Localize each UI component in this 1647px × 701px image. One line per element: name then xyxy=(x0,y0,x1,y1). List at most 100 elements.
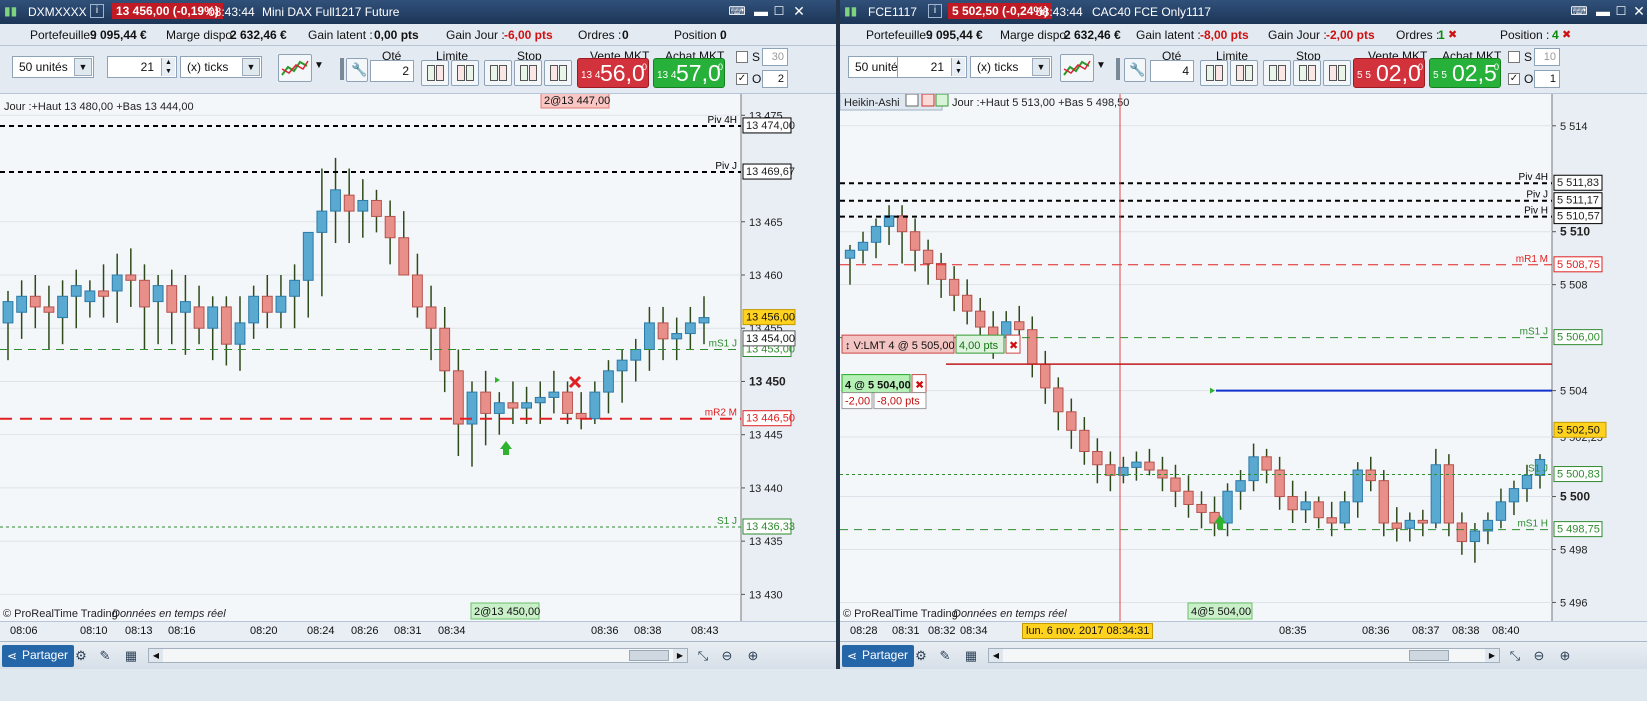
candle-body[interactable] xyxy=(534,396,546,404)
keyboard-icon[interactable]: ⌨ xyxy=(728,2,746,20)
instrument-name[interactable]: FCE1117 xyxy=(868,5,917,19)
o-value-input[interactable]: 2 xyxy=(762,70,788,88)
notes-icon[interactable]: ✎ xyxy=(936,647,954,665)
zoom-in-icon[interactable]: ⊕ xyxy=(744,647,762,665)
candle-body[interactable] xyxy=(1144,461,1155,471)
buy-limit-button[interactable] xyxy=(421,60,449,86)
sell-limit-button[interactable] xyxy=(1230,60,1258,86)
info-icon[interactable]: i xyxy=(928,4,942,18)
candle-body[interactable] xyxy=(870,225,882,243)
candle-body[interactable] xyxy=(948,278,960,296)
chart-indicator-button[interactable] xyxy=(1060,54,1094,82)
units-select[interactable]: 50 unités ▼ xyxy=(12,56,94,78)
candle-body[interactable] xyxy=(111,274,123,292)
sell-stop-button[interactable] xyxy=(544,60,572,86)
scroll-right-icon[interactable]: ▶ xyxy=(673,649,687,662)
candle-body[interactable] xyxy=(1469,530,1481,543)
position-count[interactable]: 4 xyxy=(1552,28,1559,42)
candle-body[interactable] xyxy=(1443,464,1455,524)
o-checkbox[interactable]: ✓ xyxy=(736,73,748,85)
candle-body[interactable] xyxy=(398,237,410,276)
scroll-right-icon[interactable]: ▶ xyxy=(1485,649,1499,662)
candle-body[interactable] xyxy=(220,306,232,345)
ticks-spinner[interactable]: 21 ▲ ▼ xyxy=(107,56,177,78)
buy-market-button[interactable]: 13 4 57,0 0 xyxy=(653,58,725,88)
maximize-icon[interactable]: ☐ xyxy=(770,2,788,20)
candle-body[interactable] xyxy=(1105,464,1116,476)
candle-body[interactable] xyxy=(1261,456,1272,471)
candle-body[interactable] xyxy=(29,295,41,308)
right-price-chart[interactable]: 5 514 5 510 5 508 5 504 5 502,25 5 500 5 498 5 … xyxy=(840,94,1647,621)
candle-body[interactable] xyxy=(289,279,301,297)
orders-count[interactable]: 0 xyxy=(622,28,629,42)
grid-icon[interactable]: ▦ xyxy=(122,647,140,665)
chevron-down-icon[interactable]: ▼ xyxy=(1096,60,1106,71)
sell-market-button[interactable]: 13 4 56,0 0 xyxy=(577,58,649,88)
candle-body[interactable] xyxy=(302,231,314,281)
candle-body[interactable] xyxy=(616,359,628,372)
candle-body[interactable] xyxy=(657,322,669,340)
candle-body[interactable] xyxy=(1183,490,1194,505)
tools-icon[interactable]: ⚙ xyxy=(912,647,930,665)
spinner-arrows-icon[interactable]: ▲ ▼ xyxy=(951,58,965,76)
settings-button[interactable]: 🔧 xyxy=(1124,58,1146,82)
candle-body[interactable] xyxy=(630,349,642,361)
candle-body[interactable] xyxy=(857,241,869,251)
right-chart-canvas[interactable]: 5 5145 5105 5085 5045 502,255 5005 4985 … xyxy=(840,94,1647,621)
candle-body[interactable] xyxy=(1287,496,1298,511)
minimize-icon[interactable]: ▬ xyxy=(1594,2,1612,20)
candle-body[interactable] xyxy=(1092,451,1103,466)
candle-body[interactable] xyxy=(643,322,655,351)
candle-body[interactable] xyxy=(1248,456,1259,482)
sell-stop-button[interactable] xyxy=(1323,60,1351,86)
settings-button[interactable]: 🔧 xyxy=(346,58,368,82)
candle-body[interactable] xyxy=(1404,519,1415,529)
candle-body[interactable] xyxy=(1365,469,1376,482)
candle-body[interactable] xyxy=(1378,480,1389,524)
candle-body[interactable] xyxy=(1274,469,1285,498)
candle-body[interactable] xyxy=(507,402,519,409)
candle-body[interactable] xyxy=(371,199,382,217)
candle-body[interactable] xyxy=(589,391,601,420)
s-value-input[interactable]: 10 xyxy=(1534,48,1560,66)
edit-icon[interactable] xyxy=(905,94,919,107)
candle-body[interactable] xyxy=(70,285,82,297)
scroll-left-icon[interactable]: ◀ xyxy=(149,649,163,662)
candle-body[interactable] xyxy=(43,306,55,313)
candle-body[interactable] xyxy=(179,301,191,313)
candle-body[interactable] xyxy=(1235,480,1246,492)
candle-body[interactable] xyxy=(896,215,908,233)
candle-body[interactable] xyxy=(234,322,246,345)
candle-body[interactable] xyxy=(521,402,533,409)
candle-body[interactable] xyxy=(935,262,947,280)
candle-body[interactable] xyxy=(261,295,273,313)
ticks-mode-select[interactable]: (x) ticks ▼ xyxy=(180,56,262,78)
add-indicator-icon[interactable] xyxy=(935,94,949,107)
orders-count[interactable]: 1 xyxy=(1438,28,1445,42)
chart-indicator-button[interactable] xyxy=(278,54,312,82)
candle-body[interactable] xyxy=(1040,363,1051,389)
qty-input[interactable]: 4 xyxy=(1150,60,1194,82)
candle-body[interactable] xyxy=(671,333,683,340)
s-value-input[interactable]: 30 xyxy=(762,48,788,66)
candle-body[interactable] xyxy=(2,301,14,324)
sell-limit-button[interactable] xyxy=(451,60,479,86)
candle-body[interactable] xyxy=(1053,387,1064,413)
candle-body[interactable] xyxy=(139,279,150,308)
position-count[interactable]: 0 xyxy=(720,28,727,42)
candle-body[interactable] xyxy=(1495,501,1507,521)
candle-body[interactable] xyxy=(425,306,437,329)
candle-body[interactable] xyxy=(152,285,164,303)
candle-body[interactable] xyxy=(961,294,973,312)
candle-body[interactable] xyxy=(16,295,28,313)
sell-market-button[interactable]: 5 5 02,0 0 xyxy=(1353,58,1425,88)
candle-body[interactable] xyxy=(1508,488,1520,503)
candle-body[interactable] xyxy=(975,310,986,328)
o-checkbox[interactable]: ✓ xyxy=(1508,73,1520,85)
candle-body[interactable] xyxy=(57,295,69,319)
candle-body[interactable] xyxy=(330,189,341,212)
candle-body[interactable] xyxy=(98,290,109,297)
candle-body[interactable] xyxy=(1456,522,1468,543)
zoom-tool-icon[interactable]: ⤡ xyxy=(1506,647,1524,665)
left-chart-canvas[interactable]: 13 47513 46513 46013 45513 45013 44513 4… xyxy=(0,94,836,621)
